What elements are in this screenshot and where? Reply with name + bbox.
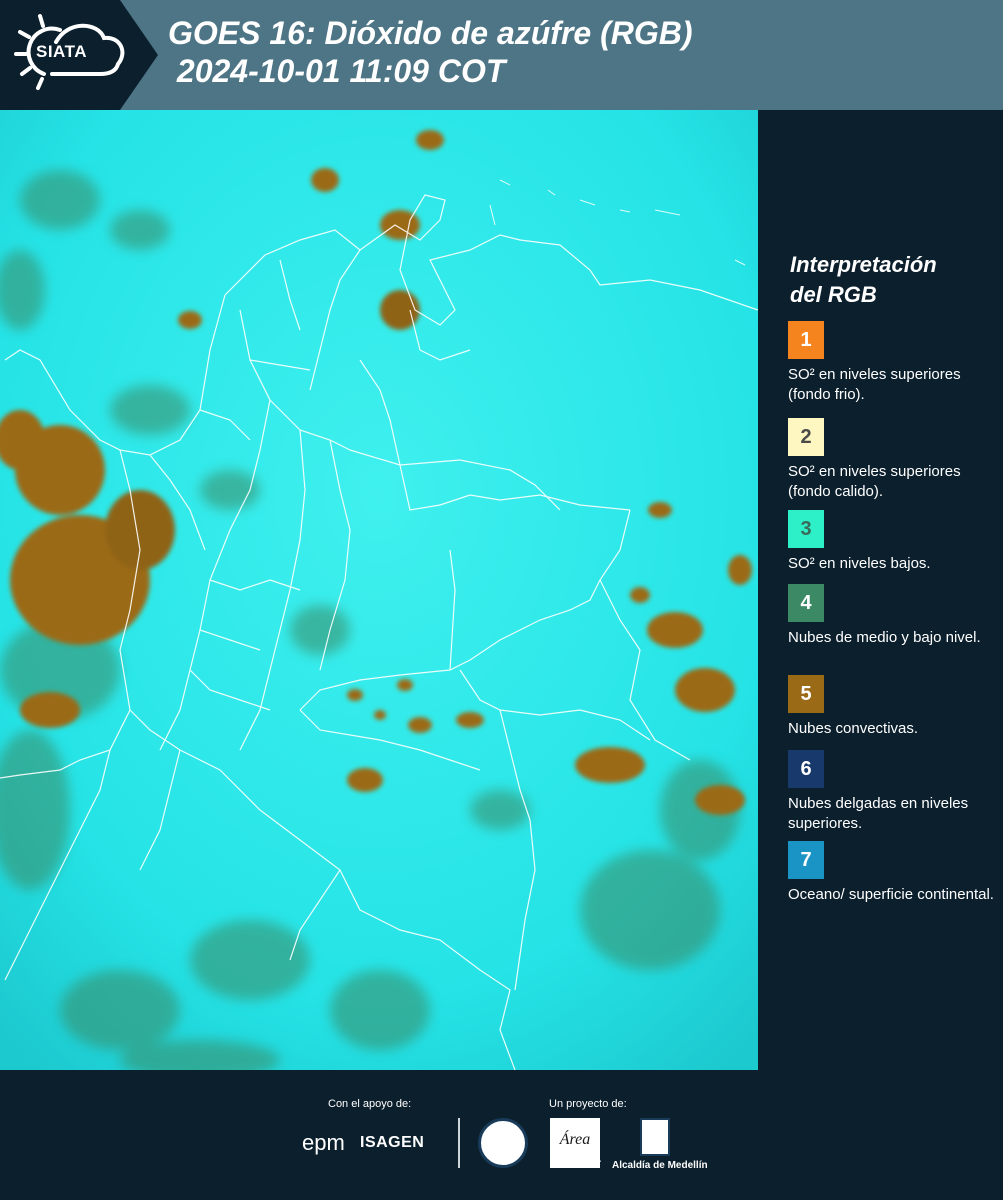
- medellin-seal-icon: [478, 1118, 528, 1168]
- header: SIATA GOES 16: Dióxido de azúfre (RGB) 2…: [0, 0, 1003, 110]
- legend-number: 6: [800, 757, 812, 780]
- legend-number: 3: [800, 517, 812, 540]
- legend-label: Nubes delgadas en niveles superiores.: [788, 795, 969, 832]
- legend-item: 4 Nubes de medio y bajo nivel.: [788, 584, 998, 648]
- legend-swatch: 6: [788, 750, 824, 788]
- alcaldia-shield-icon: [640, 1118, 670, 1156]
- legend-number: 5: [800, 682, 812, 705]
- legend-swatch: 7: [788, 841, 824, 879]
- legend-swatch: 1: [788, 321, 824, 359]
- legend-panel: Interpretación del RGB 1 SO² en niveles …: [760, 110, 1003, 1070]
- footer: Con el apoyo de: Un proyecto de: epm ISA…: [0, 1070, 1003, 1200]
- legend-swatch: 3: [788, 510, 824, 548]
- legend-item: 7 Oceano/ superficie continental.: [788, 841, 998, 905]
- legend-item: 5 Nubes convectivas.: [788, 675, 998, 739]
- siata-logo-text: SIATA: [36, 42, 87, 61]
- legend-number: 1: [800, 328, 812, 351]
- isagen-logo: ISAGEN: [360, 1134, 425, 1151]
- title-line-2: 2024-10-01 11:09 COT: [168, 53, 506, 89]
- legend-label: SO² en niveles bajos.: [788, 555, 931, 572]
- alcaldia-label: Alcaldía de Medellín: [612, 1160, 708, 1171]
- legend-number: 4: [800, 591, 812, 614]
- legend-number: 7: [800, 848, 812, 871]
- epm-logo: epm: [302, 1130, 345, 1155]
- legend-item: 1 SO² en niveles superiores (fondo frio)…: [788, 321, 998, 405]
- legend-title-line-2: del RGB: [790, 282, 877, 307]
- satellite-map: [0, 110, 758, 1070]
- page-title: GOES 16: Dióxido de azúfre (RGB) 2024-10…: [168, 14, 693, 90]
- legend-item: 6 Nubes delgadas en niveles superiores.: [788, 750, 998, 834]
- legend-label: Oceano/ superficie continental.: [788, 886, 994, 903]
- legend-title: Interpretación del RGB: [790, 250, 990, 310]
- area-metropolitana-subtitle: METROPOLITANA Valle de Aburrá: [550, 1158, 601, 1170]
- legend-title-line-1: Interpretación: [790, 252, 937, 277]
- project-label: Un proyecto de:: [549, 1098, 627, 1110]
- legend-swatch: 2: [788, 418, 824, 456]
- legend-label: SO² en niveles superiores (fondo frio).: [788, 366, 961, 403]
- legend-swatch: 5: [788, 675, 824, 713]
- legend-item: 3 SO² en niveles bajos.: [788, 510, 998, 574]
- title-line-1: GOES 16: Dióxido de azúfre (RGB): [168, 15, 693, 51]
- satellite-image: [0, 110, 758, 1070]
- legend-label: Nubes de medio y bajo nivel.: [788, 629, 981, 646]
- legend-number: 2: [800, 425, 812, 448]
- legend-item: 2 SO² en niveles superiores (fondo calid…: [788, 418, 998, 502]
- legend-swatch: 4: [788, 584, 824, 622]
- legend-label: SO² en niveles superiores (fondo calido)…: [788, 463, 961, 500]
- support-label: Con el apoyo de:: [328, 1098, 412, 1110]
- footer-divider: [458, 1118, 460, 1168]
- legend-label: Nubes convectivas.: [788, 720, 919, 737]
